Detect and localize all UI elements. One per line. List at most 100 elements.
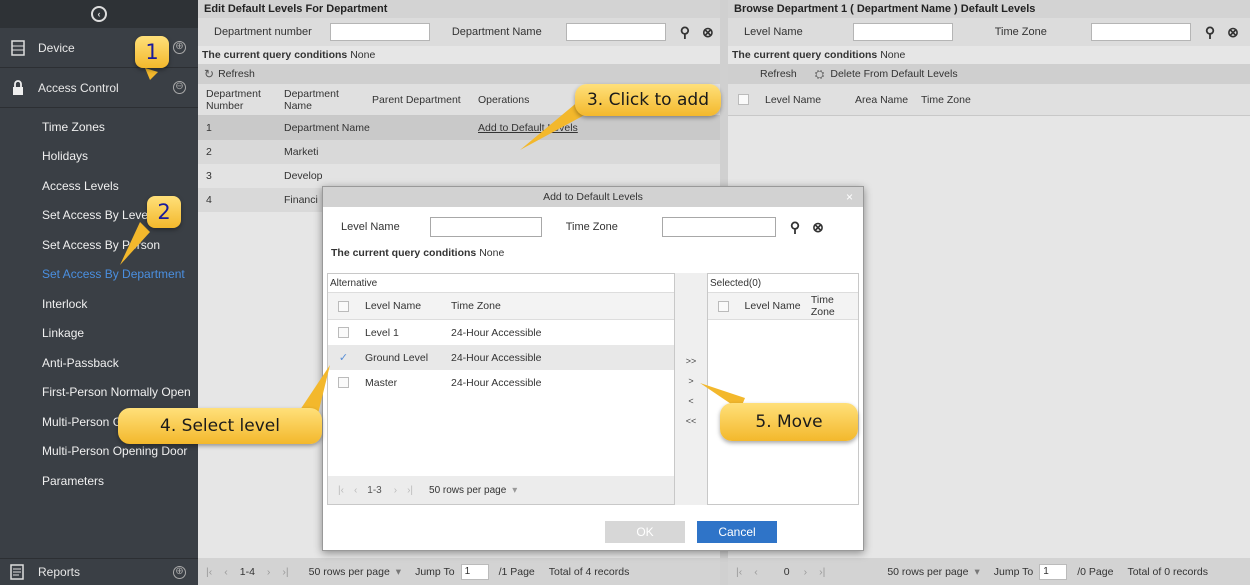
sidebar-item-interlock[interactable]: Interlock [0, 289, 198, 319]
search-icon[interactable]: ⚲ [790, 219, 800, 236]
ok-button[interactable]: OK [605, 521, 685, 543]
time-zone: 24-Hour Accessible [451, 376, 542, 389]
next-page-icon[interactable]: › [394, 485, 397, 496]
first-page-icon[interactable]: |‹ [736, 566, 742, 578]
select-all-checkbox[interactable] [718, 300, 729, 312]
dept-number-label: Department number [214, 26, 312, 38]
move-left-button[interactable]: < [675, 393, 707, 409]
refresh-icon[interactable]: ↻ [204, 67, 214, 81]
toolbar: Refresh ⛭ Delete From Default Levels [728, 64, 1250, 84]
delete-icon[interactable]: ⛭ [815, 67, 825, 82]
toolbar: ↻ Refresh [198, 64, 720, 84]
clear-icon[interactable]: ⊗ [1227, 24, 1239, 41]
time-zone-input[interactable] [661, 217, 776, 237]
refresh-button[interactable]: Refresh [218, 68, 255, 80]
level-name-input[interactable] [852, 23, 953, 41]
level-name-input[interactable] [429, 217, 542, 237]
move-all-right-button[interactable]: >> [675, 353, 707, 369]
col-time-zone[interactable]: Time Zone [451, 300, 501, 312]
first-page-icon[interactable]: |‹ [206, 566, 212, 578]
dialog-title-text: Add to Default Levels [543, 191, 643, 203]
device-icon [10, 39, 26, 56]
jump-to-input[interactable]: 1 [460, 563, 489, 580]
dept-name-input[interactable] [565, 23, 666, 41]
search-icon[interactable]: ⚲ [1205, 24, 1215, 41]
chevron-down-icon[interactable]: ▾ [396, 566, 401, 578]
col-area-name[interactable]: Area Name [855, 94, 921, 106]
col-parent-dept[interactable]: Parent Department [366, 94, 472, 106]
jump-to-input[interactable]: 1 [1039, 563, 1068, 580]
row-checkbox[interactable] [338, 377, 349, 388]
first-page-icon[interactable]: |‹ [338, 485, 344, 496]
search-icon[interactable]: ⚲ [680, 24, 690, 41]
cancel-button[interactable]: Cancel [697, 521, 777, 543]
sidebar-group-label: Device [38, 40, 75, 55]
rows-per-page-select[interactable]: 50 rows per page [429, 485, 506, 496]
chevron-down-icon[interactable]: ▾ [512, 485, 517, 496]
list-item[interactable]: ✓ Ground Level 24-Hour Accessible [328, 345, 674, 370]
table-row[interactable]: 1 Department Name Add to Default Levels [198, 116, 720, 140]
dept-number-input[interactable] [329, 23, 430, 41]
list-item[interactable]: Master 24-Hour Accessible [328, 370, 674, 395]
col-time-zone[interactable]: Time Zone [811, 294, 858, 318]
next-page-icon[interactable]: › [804, 566, 808, 578]
sidebar-item-anti-passback[interactable]: Anti-Passback [0, 348, 198, 378]
sidebar-item-set-access-by-department[interactable]: Set Access By Department [0, 260, 198, 290]
next-page-icon[interactable]: › [267, 566, 271, 578]
sidebar-group-access-control[interactable]: Access Control ⊖ [0, 68, 198, 108]
refresh-button[interactable]: Refresh [760, 68, 797, 80]
list-item[interactable]: Level 1 24-Hour Accessible [328, 320, 674, 345]
select-all-checkbox[interactable] [738, 94, 749, 105]
sidebar: ‹ Device ⊕ Access Control ⊖ Time Zones H… [0, 0, 198, 585]
pagination: |‹ ‹ 1-4 › ›| 50 rows per page ▾ Jump To… [198, 558, 720, 585]
prev-page-icon[interactable]: ‹ [224, 566, 228, 578]
collapse-icon[interactable]: ⊖ [173, 81, 186, 94]
sidebar-item-first-person-normally-open[interactable]: First-Person Normally Open [0, 378, 198, 408]
col-dept-name[interactable]: Department Name [278, 88, 366, 112]
rows-per-page-select[interactable]: 50 rows per page [309, 566, 390, 578]
row-checkbox[interactable] [338, 327, 349, 338]
last-page-icon[interactable]: ›| [282, 566, 288, 578]
select-all-checkbox[interactable] [338, 300, 349, 312]
checkmark-icon[interactable]: ✓ [338, 352, 349, 364]
col-operations[interactable]: Operations [472, 94, 572, 106]
prev-page-icon[interactable]: ‹ [754, 566, 758, 578]
delete-from-default-levels-button[interactable]: Delete From Default Levels [830, 68, 957, 80]
col-dept-number[interactable]: Department Number [198, 88, 278, 112]
move-all-left-button[interactable]: << [675, 413, 707, 429]
sidebar-group-reports[interactable]: Reports ⊕ [0, 558, 198, 585]
table-row[interactable]: 3 Develop [198, 164, 720, 188]
clear-icon[interactable]: ⊗ [812, 219, 824, 236]
row-name: Develop [284, 170, 323, 182]
dialog-buttons: OK Cancel [323, 521, 863, 545]
close-icon[interactable]: × [846, 187, 853, 207]
rows-per-page-select[interactable]: 50 rows per page [887, 566, 968, 578]
sidebar-item-holidays[interactable]: Holidays [0, 142, 198, 172]
clear-icon[interactable]: ⊗ [702, 24, 714, 41]
col-level-name[interactable]: Level Name [745, 300, 811, 312]
prev-page-icon[interactable]: ‹ [354, 485, 357, 496]
page-count: /1 Page [498, 565, 535, 578]
expand-icon[interactable]: ⊕ [173, 41, 186, 54]
chevron-down-icon[interactable]: ▾ [974, 566, 979, 578]
row-name: Department Name [284, 122, 370, 134]
add-to-default-levels-link[interactable]: Add to Default Levels [472, 122, 578, 134]
last-page-icon[interactable]: ›| [407, 485, 413, 496]
move-right-button[interactable]: > [675, 373, 707, 389]
col-level-name[interactable]: Level Name [765, 94, 855, 106]
expand-icon[interactable]: ⊕ [173, 565, 186, 579]
table-row[interactable]: 2 Marketi [198, 140, 720, 164]
callout-step-3: 3. Click to add [575, 84, 721, 116]
callout-step-5: 5. Move [720, 403, 858, 441]
sidebar-item-linkage[interactable]: Linkage [0, 319, 198, 349]
sidebar-item-parameters[interactable]: Parameters [0, 466, 198, 496]
col-level-name[interactable]: Level Name [365, 300, 451, 312]
sidebar-item-set-access-by-person[interactable]: Set Access By Person [0, 230, 198, 260]
time-zone-input[interactable] [1090, 23, 1191, 41]
collapse-sidebar-icon[interactable]: ‹ [91, 6, 107, 22]
col-time-zone[interactable]: Time Zone [921, 94, 1001, 106]
search-bar: Level Name Time Zone ⚲ ⊗ [728, 18, 1250, 46]
jump-to-label: Jump To [993, 565, 1034, 578]
last-page-icon[interactable]: ›| [819, 566, 825, 578]
sidebar-item-time-zones[interactable]: Time Zones [0, 112, 198, 142]
